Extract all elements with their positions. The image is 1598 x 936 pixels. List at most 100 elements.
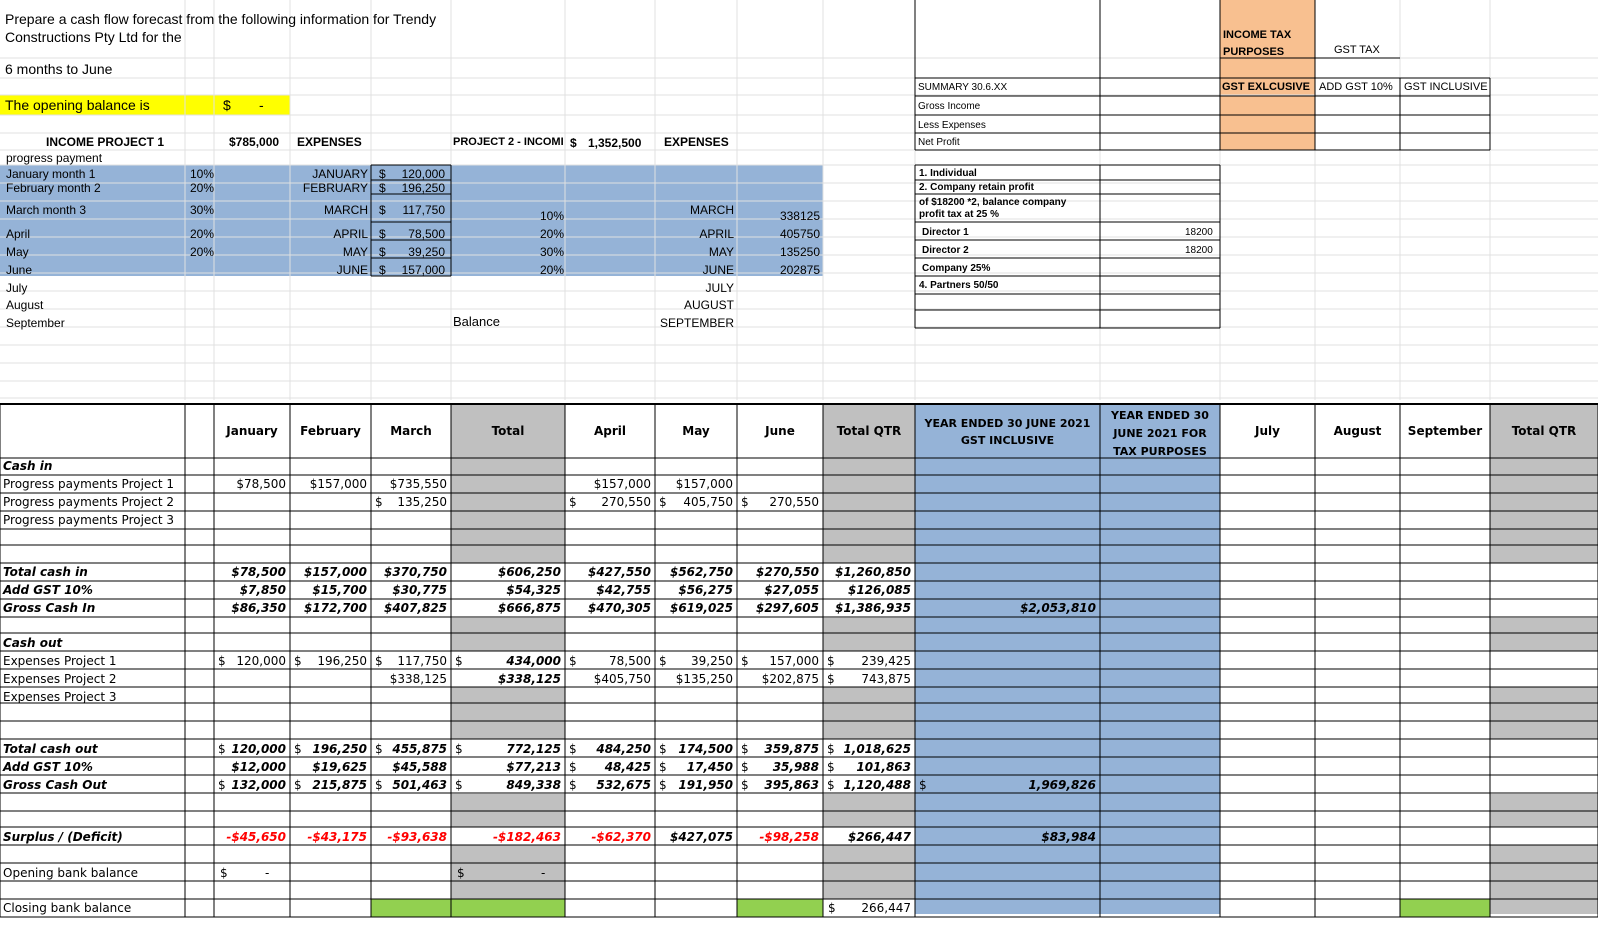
surplus-apr: -$62,370 — [591, 830, 651, 844]
expense-currency: $ — [379, 203, 386, 217]
gross-cash-out-total: 849,338 — [506, 778, 561, 792]
gross-cash-out-qtr: 1,120,488 — [843, 778, 911, 792]
project2-amount: 405750 — [779, 227, 820, 241]
gross-cash-in-total: $666,875 — [497, 601, 561, 615]
expense-amount: 157,000 — [401, 263, 445, 277]
add-gst-out-jun: 35,988 — [772, 760, 819, 774]
summary-title: SUMMARY 30.6.XX — [918, 82, 1008, 93]
project-2-currency: $ — [570, 136, 577, 150]
surplus-jan: -$45,650 — [226, 830, 286, 844]
summary-gross-income: Gross Income — [918, 101, 981, 112]
gross-cash-out-jun: 395,863 — [764, 778, 819, 792]
opening-jan-cur: $ — [220, 866, 228, 880]
surplus-total: -$182,463 — [493, 830, 561, 844]
total-cash-out-mar: 455,875 — [392, 742, 447, 756]
entity-director-2: Director 2 — [922, 245, 969, 256]
income-row-label: September — [6, 316, 65, 330]
add-gst-out-apr: 48,425 — [604, 760, 651, 774]
expense-month: MARCH — [324, 203, 368, 217]
e2-apr: $405,750 — [593, 672, 651, 686]
total-cash-out-qtr: 1,018,625 — [843, 742, 911, 756]
expense-amount: 78,500 — [408, 227, 445, 241]
e1-feb: 196,250 — [317, 654, 367, 668]
total-cash-in-label: Total cash in — [3, 565, 88, 579]
expense-amount: 117,750 — [402, 203, 446, 217]
income-row-label: April — [6, 227, 31, 241]
income-row-project-1: Progress payments Project 1 — [3, 477, 175, 491]
e2-mar: $338,125 — [389, 672, 447, 686]
project2-amount: 135250 — [779, 245, 820, 259]
project2-amount: 338125 — [779, 209, 820, 223]
project2-month: APRIL — [699, 227, 734, 241]
entity-profit-tax: profit tax at 25 % — [919, 209, 1000, 220]
gst-tax-header: GST TAX — [1334, 44, 1380, 56]
income-row-project-2: Progress payments Project 2 — [3, 495, 175, 509]
add-gst-out-qtr: 101,863 — [856, 760, 911, 774]
surplus-label: Surplus / (Deficit) — [3, 830, 123, 844]
project2-month: JUNE — [702, 263, 734, 277]
expense-month: MAY — [342, 245, 368, 259]
income-row-label: August — [6, 298, 44, 312]
add-gst-in-total: $54,325 — [506, 583, 561, 597]
expense-row-project-3: Expenses Project 3 — [3, 690, 117, 704]
income-row-label: January month 1 — [6, 167, 96, 181]
expense-currency: $ — [379, 227, 386, 241]
expenses-2-title: EXPENSES — [664, 135, 729, 149]
opening-jan-dash: - — [265, 866, 270, 880]
gross-cash-in-label: Gross Cash In — [3, 601, 96, 615]
income-row-label: May — [6, 245, 29, 259]
total-cash-in-apr: $427,550 — [587, 565, 651, 579]
p1-jan: $78,500 — [236, 477, 286, 491]
income-row-label: June — [6, 263, 33, 277]
opening-bank-balance-label: Opening bank balance — [3, 866, 139, 880]
gross-cash-in-year: $2,053,810 — [1020, 601, 1096, 615]
income-project-1-title: INCOME PROJECT 1 — [46, 135, 165, 149]
project2-percent: 20% — [540, 227, 565, 241]
e1-jan: 120,000 — [236, 654, 286, 668]
closing-qtr: 266,447 — [861, 901, 911, 915]
add-gst-in-qtr: $126,085 — [847, 583, 911, 597]
expense-currency: $ — [379, 263, 386, 277]
col-header-september: September — [1407, 424, 1483, 438]
expense-month: FEBRUARY — [302, 181, 368, 195]
project2-month: JULY — [705, 281, 734, 295]
project2-percent: 10% — [540, 209, 565, 223]
total-cash-in-may: $562,750 — [669, 565, 733, 579]
e2-qtr: 743,875 — [861, 672, 911, 686]
progress-payment-label: progress payment — [6, 151, 103, 165]
e2-total: $338,125 — [497, 672, 561, 686]
cash-out-label: Cash out — [3, 636, 63, 650]
project2-month: AUGUST — [683, 298, 734, 312]
col-header-year-gst: YEAR ENDED 30 JUNE 2021 GST INCLUSIVE — [924, 417, 1091, 447]
income-row-percent: 20% — [190, 227, 215, 241]
project-2-title: PROJECT 2 - INCOMI — [453, 136, 564, 148]
add-gst-in-apr: $42,755 — [596, 583, 651, 597]
project2-month: MARCH — [690, 203, 734, 217]
entity-director-1-value: 18200 — [1185, 227, 1213, 238]
total-cash-out-apr: 484,250 — [596, 742, 651, 756]
gross-cash-in-jun: $297,605 — [755, 601, 819, 615]
spreadsheet[interactable]: Prepare a cash flow forecast from the fo… — [0, 0, 1598, 936]
p1-feb: $157,000 — [309, 477, 367, 491]
expense-month: APRIL — [333, 227, 368, 241]
gross-cash-in-jan: $86,350 — [231, 601, 286, 615]
gross-cash-in-feb: $172,700 — [303, 601, 367, 615]
gross-cash-out-jan: 132,000 — [231, 778, 286, 792]
total-cash-out-jan: 120,000 — [231, 742, 286, 756]
total-cash-in-qtr: $1,260,850 — [835, 565, 911, 579]
opening-balance-currency: $ — [223, 97, 231, 113]
total-cash-in-feb: $157,000 — [303, 565, 367, 579]
opening-total-dash: - — [541, 866, 546, 880]
col-header-year-tax: YEAR ENDED 30 JUNE 2021 FOR TAX PURPOSES — [1111, 409, 1209, 458]
entity-director-1: Director 1 — [922, 227, 969, 238]
entity-company-25: Company 25% — [922, 263, 991, 274]
income-row-percent: 20% — [190, 181, 215, 195]
e1-apr: 78,500 — [609, 654, 651, 668]
add-gst-out-total: $77,213 — [506, 760, 561, 774]
p2-jun: 270,550 — [769, 495, 819, 509]
expense-currency: $ — [379, 181, 386, 195]
col-header-january: January — [226, 424, 278, 438]
project2-month: SEPTEMBER — [660, 316, 735, 330]
prompt-line-3: 6 months to June — [5, 61, 113, 77]
add-gst-in-mar: $30,775 — [392, 583, 447, 597]
